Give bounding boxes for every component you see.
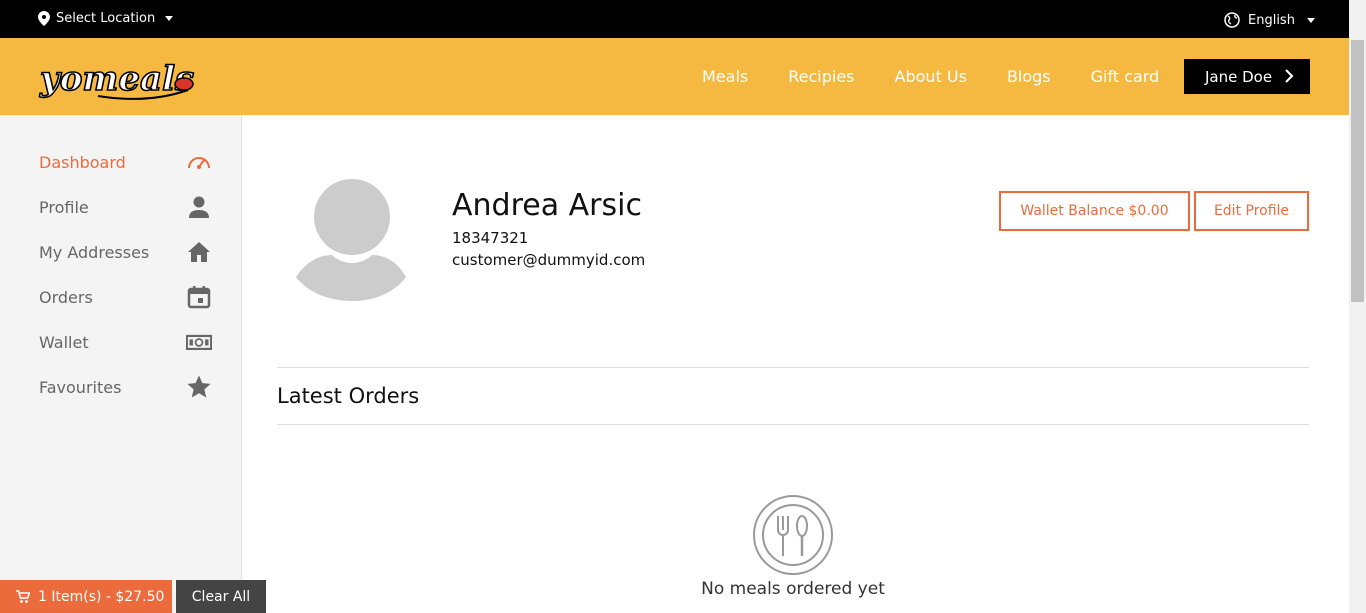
chevron-down-icon xyxy=(165,16,174,21)
money-icon xyxy=(186,334,212,351)
yomeals-logo[interactable]: yomeals xyxy=(38,46,198,108)
nav-recipies[interactable]: Recipies xyxy=(788,67,854,86)
sidebar-item-favourites[interactable]: Favourites xyxy=(39,372,212,402)
user-name: Jane Doe xyxy=(1205,67,1273,86)
profile-name: Andrea Arsic xyxy=(452,188,642,223)
latest-orders-title: Latest Orders xyxy=(277,384,420,408)
site-header: yomeals Meals Recipies About Us Blogs Gi… xyxy=(0,38,1349,115)
sidebar-item-label: My Addresses xyxy=(39,242,150,262)
calendar-icon xyxy=(187,286,211,309)
main-nav: Meals Recipies About Us Blogs Gift card xyxy=(682,38,1179,115)
edit-profile-button[interactable]: Edit Profile xyxy=(1194,191,1309,231)
wallet-balance-button[interactable]: Wallet Balance $0.00 xyxy=(999,191,1190,231)
chevron-down-icon xyxy=(1306,17,1315,23)
scrollbar-thumb[interactable] xyxy=(1351,40,1364,302)
sidebar-item-orders[interactable]: Orders xyxy=(39,282,212,312)
sidebar-item-label: Favourites xyxy=(39,377,122,397)
sidebar-item-my-addresses[interactable]: My Addresses xyxy=(39,237,212,267)
location-pin-icon xyxy=(38,11,50,26)
nav-about-us[interactable]: About Us xyxy=(895,67,967,86)
home-icon xyxy=(188,242,210,262)
cutlery-icon xyxy=(753,495,833,575)
location-label: Select Location xyxy=(56,11,156,26)
divider xyxy=(277,367,1309,368)
top-bar: Select Location English xyxy=(0,0,1349,38)
profile-phone: 18347321 xyxy=(452,229,529,247)
location-selector[interactable]: Select Location xyxy=(38,11,174,26)
globe-icon xyxy=(1224,12,1240,28)
nav-blogs[interactable]: Blogs xyxy=(1007,67,1051,86)
nav-meals[interactable]: Meals xyxy=(702,67,748,86)
language-selector[interactable]: English xyxy=(1224,12,1315,28)
language-label: English xyxy=(1248,12,1295,28)
sidebar-item-label: Wallet xyxy=(39,332,89,352)
cart-summary-button[interactable]: 1 Item(s) - $27.50 xyxy=(0,580,172,613)
nav-gift-card[interactable]: Gift card xyxy=(1091,67,1160,86)
speedometer-icon xyxy=(188,157,210,169)
sidebar-item-wallet[interactable]: Wallet xyxy=(39,327,212,357)
account-sidebar: Dashboard Profile My Addresses Orders Wa… xyxy=(0,115,242,613)
sidebar-item-label: Dashboard xyxy=(39,152,126,172)
user-menu-button[interactable]: Jane Doe xyxy=(1184,59,1310,94)
avatar xyxy=(296,179,406,301)
sidebar-item-label: Profile xyxy=(39,197,89,217)
logo-text: yomeals xyxy=(39,59,194,99)
sidebar-item-dashboard[interactable]: Dashboard xyxy=(39,147,212,177)
chevron-right-icon xyxy=(1285,69,1294,83)
star-icon xyxy=(187,375,211,398)
sidebar-item-profile[interactable]: Profile xyxy=(39,192,212,222)
cart-icon xyxy=(16,589,30,603)
cart-summary-label: 1 Item(s) - $27.50 xyxy=(38,588,165,605)
person-icon xyxy=(189,196,209,218)
profile-email: customer@dummyid.com xyxy=(452,251,646,269)
clear-cart-button[interactable]: Clear All xyxy=(176,580,266,613)
divider xyxy=(277,424,1309,425)
sidebar-item-label: Orders xyxy=(39,287,93,307)
